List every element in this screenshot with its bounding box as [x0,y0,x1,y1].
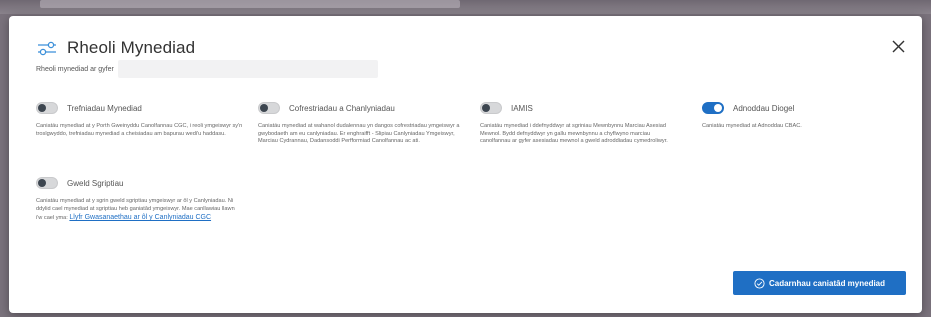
toggle-trefniadau-mynediad[interactable] [36,102,58,114]
close-button[interactable] [888,36,908,56]
modal-title: Rheoli Mynediad [67,38,196,57]
toggle-knob [38,179,46,187]
toggle-iamis[interactable] [480,102,502,114]
modal-subtitle: Rheoli mynediad ar gyfer [36,65,114,73]
permission-description: Caniatáu mynediad at y sgrin gweld sgrip… [36,198,236,223]
permission-cofrestriadau: Cofrestriadau a Chanlyniadau Caniatáu my… [258,101,468,146]
toggle-knob [714,104,722,112]
permission-label: IAMIS [511,103,533,113]
toggle-cofrestriadau[interactable] [258,102,280,114]
subtitle-row: Rheoli mynediad ar gyfer [36,60,378,78]
toggle-knob [260,104,268,112]
permission-description: Caniatáu mynediad at y Porth Gweinyddu C… [36,123,243,137]
permission-trefniadau-mynediad: Trefniadau Mynediad Caniatáu mynediad at… [36,101,246,138]
modal-header: Rheoli Mynediad [36,37,195,59]
backdrop-strip [40,0,460,8]
permission-gweld-sgriptiau: Gweld Sgriptiau Caniatáu mynediad at y s… [36,176,236,223]
permission-label: Adnoddau Diogel [733,103,795,113]
check-circle-icon [754,277,765,289]
permission-adnoddau-diogel: Adnoddau Diogel Caniatáu mynediad at Adn… [702,101,902,131]
subtitle-value [117,60,378,78]
guide-link[interactable]: Llyfr Gwasanaethau ar ôl y Canlyniadau C… [69,214,211,221]
toggle-knob [38,104,46,112]
page-backdrop [0,0,931,14]
permission-description: Caniatáu mynediad at Adnoddau CBAC. [702,123,802,129]
toggle-gweld-sgriptiau[interactable] [36,177,58,189]
confirm-access-button[interactable]: Cadarnhau caniatâd mynediad [733,271,906,295]
permission-description: Caniatáu mynediad i ddefnyddwyr at sgrin… [480,123,668,145]
toggle-adnoddau-diogel[interactable] [702,102,724,114]
permission-label: Cofrestriadau a Chanlyniadau [289,103,395,113]
permission-label: Trefniadau Mynediad [67,103,142,113]
confirm-access-label: Cadarnhau caniatâd mynediad [768,278,886,288]
close-icon [892,40,904,52]
toggle-knob [482,104,490,112]
access-modal: Rheoli Mynediad Rheoli mynediad ar gyfer… [9,16,922,313]
sliders-icon [36,39,58,57]
permission-description: Caniatáu mynediad at wahanol dudalennau … [258,123,460,145]
permission-label: Gweld Sgriptiau [67,178,124,188]
permission-iamis: IAMIS Caniatáu mynediad i ddefnyddwyr at… [480,101,680,146]
